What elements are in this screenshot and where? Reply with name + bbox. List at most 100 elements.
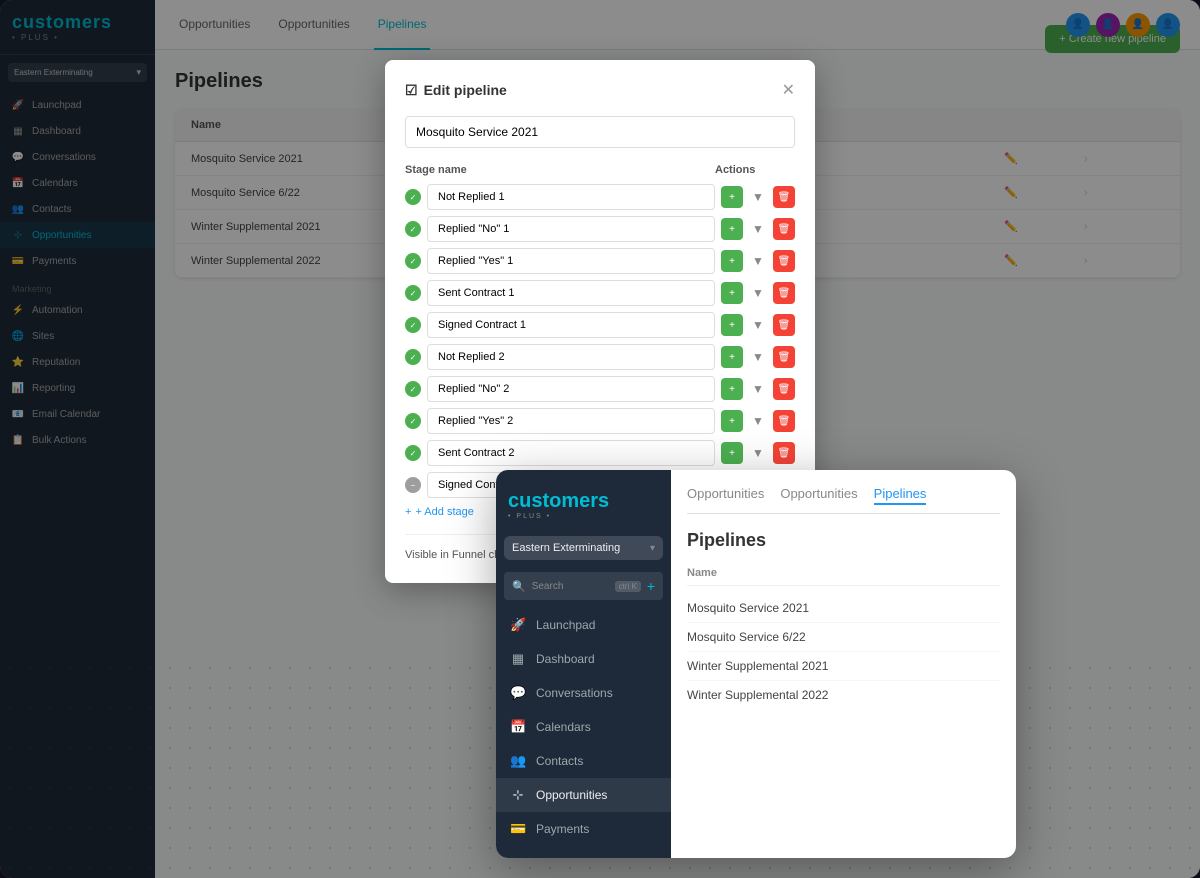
- list-item[interactable]: Mosquito Service 6/22: [687, 623, 1000, 652]
- chevron-down-icon: ▾: [650, 543, 655, 554]
- zoomed-sidebar: customers • PLUS • Eastern Exterminating…: [496, 470, 671, 858]
- search-icon: 🔍: [512, 580, 526, 593]
- stage-delete-button-3[interactable]: 🗑: [773, 250, 795, 272]
- stage-add-button-5[interactable]: +: [721, 314, 743, 336]
- modal-header: ☑ Edit pipeline ✕: [405, 80, 795, 100]
- stage-filter-button-9[interactable]: ▼: [747, 442, 769, 464]
- stage-delete-button-4[interactable]: 🗑: [773, 282, 795, 304]
- stage-check-icon: ✓: [405, 285, 421, 301]
- stage-filter-button-2[interactable]: ▼: [747, 218, 769, 240]
- stage-actions-4: + ▼ 🗑: [721, 282, 795, 304]
- stage-minus-icon: −: [405, 477, 421, 493]
- stage-row-7: ✓ + ▼ 🗑: [405, 376, 795, 402]
- pipeline-name-input[interactable]: [405, 116, 795, 148]
- zoomed-tab-opp2[interactable]: Opportunities: [780, 486, 857, 505]
- stage-delete-button-1[interactable]: 🗑: [773, 186, 795, 208]
- list-item[interactable]: Winter Supplemental 2021: [687, 652, 1000, 681]
- zoomed-company-selector[interactable]: Eastern Exterminating ▾: [504, 536, 663, 560]
- contacts-icon: 👥: [510, 753, 526, 769]
- stage-row-8: ✓ + ▼ 🗑: [405, 408, 795, 434]
- stage-add-button-1[interactable]: +: [721, 186, 743, 208]
- stage-name-input-3[interactable]: [427, 248, 715, 274]
- zoomed-card: customers • PLUS • Eastern Exterminating…: [496, 470, 1016, 858]
- zoomed-nav-opportunities[interactable]: ⊹ Opportunities: [496, 778, 671, 812]
- zoomed-main: Opportunities Opportunities Pipelines Pi…: [671, 470, 1016, 858]
- stage-name-col: Stage name: [405, 164, 715, 176]
- stage-name-input-9[interactable]: [427, 440, 715, 466]
- stage-actions-9: + ▼ 🗑: [721, 442, 795, 464]
- stage-filter-button-7[interactable]: ▼: [747, 378, 769, 400]
- stage-filter-button-6[interactable]: ▼: [747, 346, 769, 368]
- stage-check-icon: ✓: [405, 317, 421, 333]
- stage-name-input-6[interactable]: [427, 344, 715, 370]
- stage-row-9: ✓ + ▼ 🗑: [405, 440, 795, 466]
- zoomed-page-title: Pipelines: [687, 530, 1000, 551]
- stage-add-button-3[interactable]: +: [721, 250, 743, 272]
- zoomed-logo-sub: • PLUS •: [508, 513, 659, 520]
- stage-filter-button-1[interactable]: ▼: [747, 186, 769, 208]
- list-item-winter-2022[interactable]: Winter Supplemental 2022: [687, 681, 1000, 709]
- list-item[interactable]: Mosquito Service 2021: [687, 594, 1000, 623]
- search-add-icon: +: [647, 578, 655, 594]
- zoomed-nav-dashboard[interactable]: ▦ Dashboard: [496, 642, 671, 676]
- stage-actions-3: + ▼ 🗑: [721, 250, 795, 272]
- stage-actions-7: + ▼ 🗑: [721, 378, 795, 400]
- stage-name-input-4[interactable]: [427, 280, 715, 306]
- stage-row-2: ✓ + ▼ 🗑: [405, 216, 795, 242]
- stage-row-5: ✓ + ▼ 🗑: [405, 312, 795, 338]
- stage-delete-button-5[interactable]: 🗑: [773, 314, 795, 336]
- stage-delete-button-7[interactable]: 🗑: [773, 378, 795, 400]
- zoomed-nav-launchpad[interactable]: 🚀 Launchpad: [496, 608, 671, 642]
- stage-filter-button-4[interactable]: ▼: [747, 282, 769, 304]
- nav-label: Payments: [536, 822, 589, 836]
- nav-label: Calendars: [536, 720, 591, 734]
- stage-filter-button-5[interactable]: ▼: [747, 314, 769, 336]
- stage-add-button-9[interactable]: +: [721, 442, 743, 464]
- stage-check-icon: ✓: [405, 221, 421, 237]
- stage-name-input-8[interactable]: [427, 408, 715, 434]
- stage-delete-button-2[interactable]: 🗑: [773, 218, 795, 240]
- nav-label: Launchpad: [536, 618, 595, 632]
- stage-row-4: ✓ + ▼ 🗑: [405, 280, 795, 306]
- stage-name-input-5[interactable]: [427, 312, 715, 338]
- stage-name-input-7[interactable]: [427, 376, 715, 402]
- zoomed-nav-conversations[interactable]: 💬 Conversations: [496, 676, 671, 710]
- stage-add-button-7[interactable]: +: [721, 378, 743, 400]
- plus-icon: +: [405, 506, 411, 518]
- search-placeholder: Search: [532, 581, 609, 592]
- modal-title: ☑ Edit pipeline: [405, 82, 507, 99]
- stage-delete-button-8[interactable]: 🗑: [773, 410, 795, 432]
- zoomed-nav-payments[interactable]: 💳 Payments: [496, 812, 671, 846]
- nav-label: Contacts: [536, 754, 583, 768]
- stage-add-button-4[interactable]: +: [721, 282, 743, 304]
- stage-check-icon: ✓: [405, 413, 421, 429]
- stage-row-6: ✓ + ▼ 🗑: [405, 344, 795, 370]
- zoomed-tab-pipelines[interactable]: Pipelines: [874, 486, 927, 505]
- stage-check-icon: ✓: [405, 381, 421, 397]
- stage-add-button-6[interactable]: +: [721, 346, 743, 368]
- stage-actions-1: + ▼ 🗑: [721, 186, 795, 208]
- stage-name-input-1[interactable]: [427, 184, 715, 210]
- zoomed-logo-text: customers: [508, 490, 659, 513]
- stage-delete-button-9[interactable]: 🗑: [773, 442, 795, 464]
- stage-add-button-2[interactable]: +: [721, 218, 743, 240]
- stage-filter-button-3[interactable]: ▼: [747, 250, 769, 272]
- zoomed-search[interactable]: 🔍 Search ctrl K +: [504, 572, 663, 600]
- dashboard-icon: ▦: [510, 651, 526, 667]
- zoomed-tab-opp1[interactable]: Opportunities: [687, 486, 764, 505]
- nav-label: Conversations: [536, 686, 613, 700]
- payments-icon: 💳: [510, 821, 526, 837]
- stage-actions-2: + ▼ 🗑: [721, 218, 795, 240]
- stage-add-button-8[interactable]: +: [721, 410, 743, 432]
- stage-name-input-2[interactable]: [427, 216, 715, 242]
- nav-label: Opportunities: [536, 788, 607, 802]
- modal-close-button[interactable]: ✕: [782, 80, 795, 100]
- stage-delete-button-6[interactable]: 🗑: [773, 346, 795, 368]
- calendars-icon: 📅: [510, 719, 526, 735]
- zoomed-nav-calendars[interactable]: 📅 Calendars: [496, 710, 671, 744]
- nav-label: Dashboard: [536, 652, 595, 666]
- zoomed-tabs: Opportunities Opportunities Pipelines: [687, 486, 1000, 514]
- launchpad-icon: 🚀: [510, 617, 526, 633]
- zoomed-nav-contacts[interactable]: 👥 Contacts: [496, 744, 671, 778]
- stage-filter-button-8[interactable]: ▼: [747, 410, 769, 432]
